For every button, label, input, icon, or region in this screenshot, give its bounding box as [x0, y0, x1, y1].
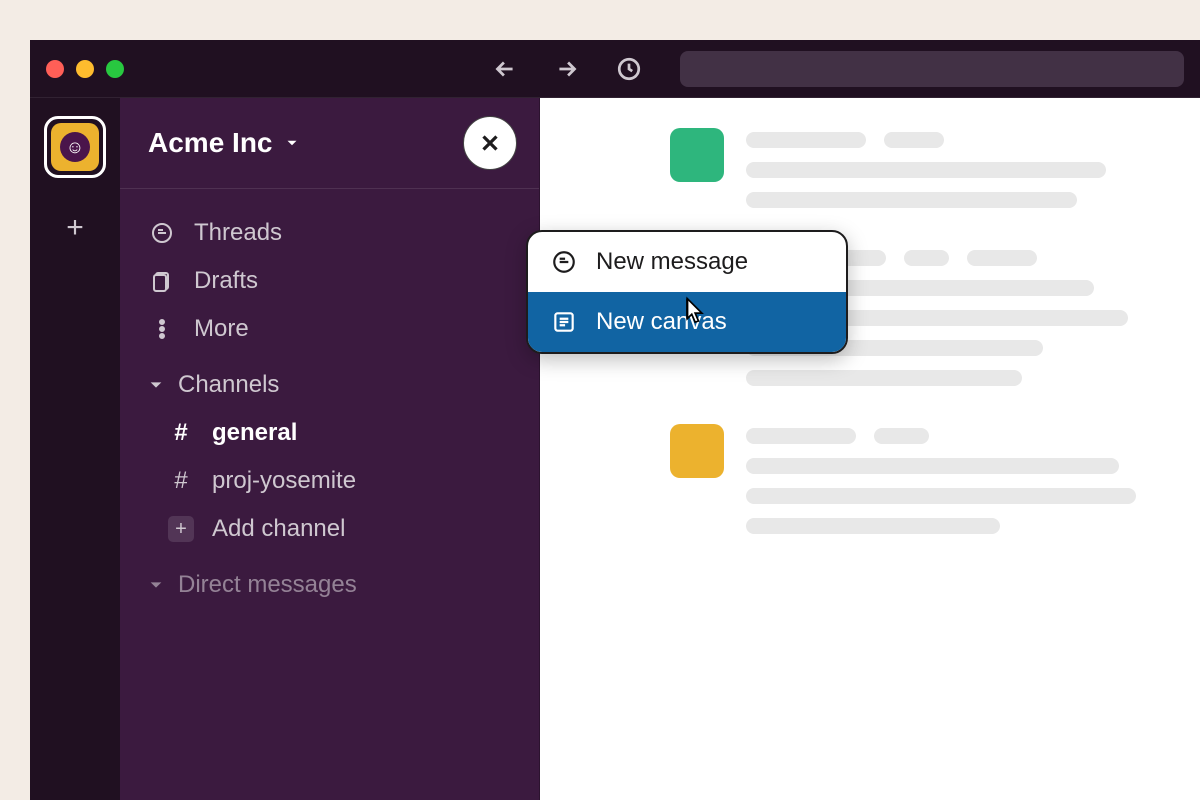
workspace-rail: ☺ + [30, 98, 120, 800]
add-workspace-button[interactable]: + [53, 206, 97, 250]
placeholder-line [746, 132, 866, 148]
channel-general[interactable]: # general [120, 409, 539, 457]
titlebar [30, 40, 1200, 98]
threads-icon [148, 219, 176, 247]
sidebar-nav: Threads Drafts More Channels [120, 189, 539, 629]
avatar [670, 128, 724, 182]
section-channels-label: Channels [178, 371, 279, 399]
close-icon [477, 130, 503, 156]
placeholder-line [874, 428, 929, 444]
arrow-left-icon [492, 56, 518, 82]
sidebar-item-label: Threads [194, 219, 282, 247]
plus-icon: + [168, 516, 194, 542]
sidebar-item-label: More [194, 315, 249, 343]
section-channels-header[interactable]: Channels [120, 353, 539, 409]
more-icon [148, 315, 176, 343]
window-controls [46, 60, 124, 78]
history-button[interactable] [612, 52, 646, 86]
add-channel-label: Add channel [212, 515, 345, 543]
placeholder-line [746, 162, 1106, 178]
placeholder-line [746, 518, 1000, 534]
placeholder-line [746, 428, 856, 444]
caret-down-icon [148, 377, 164, 393]
message-icon [550, 248, 578, 276]
arrow-right-icon [554, 56, 580, 82]
placeholder-line [746, 370, 1022, 386]
caret-down-icon [148, 577, 164, 593]
compose-menu: New message New canvas [526, 230, 848, 354]
chevron-down-icon [283, 134, 301, 152]
sidebar-item-threads[interactable]: Threads [120, 209, 539, 257]
message-row [670, 424, 1170, 534]
sidebar-item-label: Drafts [194, 267, 258, 295]
sidebar-item-more[interactable]: More [120, 305, 539, 353]
workspace-avatar: ☺ [51, 123, 99, 171]
sidebar: Acme Inc Threads Dr [120, 98, 540, 800]
canvas-icon [550, 308, 578, 336]
message-row [670, 128, 1170, 208]
menu-item-new-message[interactable]: New message [528, 232, 846, 292]
hash-icon: # [168, 419, 194, 447]
workspace-avatar-face: ☺ [60, 132, 90, 162]
search-input[interactable] [680, 51, 1184, 87]
section-dm-header[interactable]: Direct messages [120, 553, 539, 609]
placeholder-line [746, 488, 1136, 504]
window-maximize[interactable] [106, 60, 124, 78]
placeholder-line [967, 250, 1037, 266]
slack-window: ☺ + Acme Inc Threa [30, 40, 1200, 800]
section-dm-label: Direct messages [178, 571, 357, 599]
menu-item-new-canvas[interactable]: New canvas [528, 292, 846, 352]
placeholder-line [746, 458, 1119, 474]
workspace-switcher-acme[interactable]: ☺ [44, 116, 106, 178]
nav-back-button[interactable] [488, 52, 522, 86]
placeholder-line [904, 250, 949, 266]
hash-icon: # [168, 467, 194, 495]
placeholder-line [884, 132, 944, 148]
main-content [540, 98, 1200, 800]
clock-icon [616, 56, 642, 82]
avatar [670, 424, 724, 478]
window-minimize[interactable] [76, 60, 94, 78]
add-channel-button[interactable]: + Add channel [120, 505, 539, 553]
channel-name-label: general [212, 419, 297, 447]
channel-name-label: proj-yosemite [212, 467, 356, 495]
menu-item-label: New message [596, 248, 748, 276]
workspace-header[interactable]: Acme Inc [120, 98, 539, 189]
channel-proj-yosemite[interactable]: # proj-yosemite [120, 457, 539, 505]
menu-item-label: New canvas [596, 308, 727, 336]
placeholder-line [746, 192, 1077, 208]
nav-forward-button[interactable] [550, 52, 584, 86]
drafts-icon [148, 267, 176, 295]
app-body: ☺ + Acme Inc Threa [30, 98, 1200, 800]
sidebar-item-drafts[interactable]: Drafts [120, 257, 539, 305]
workspace-name-label: Acme Inc [148, 127, 273, 159]
window-close[interactable] [46, 60, 64, 78]
compose-close-button[interactable] [463, 116, 517, 170]
